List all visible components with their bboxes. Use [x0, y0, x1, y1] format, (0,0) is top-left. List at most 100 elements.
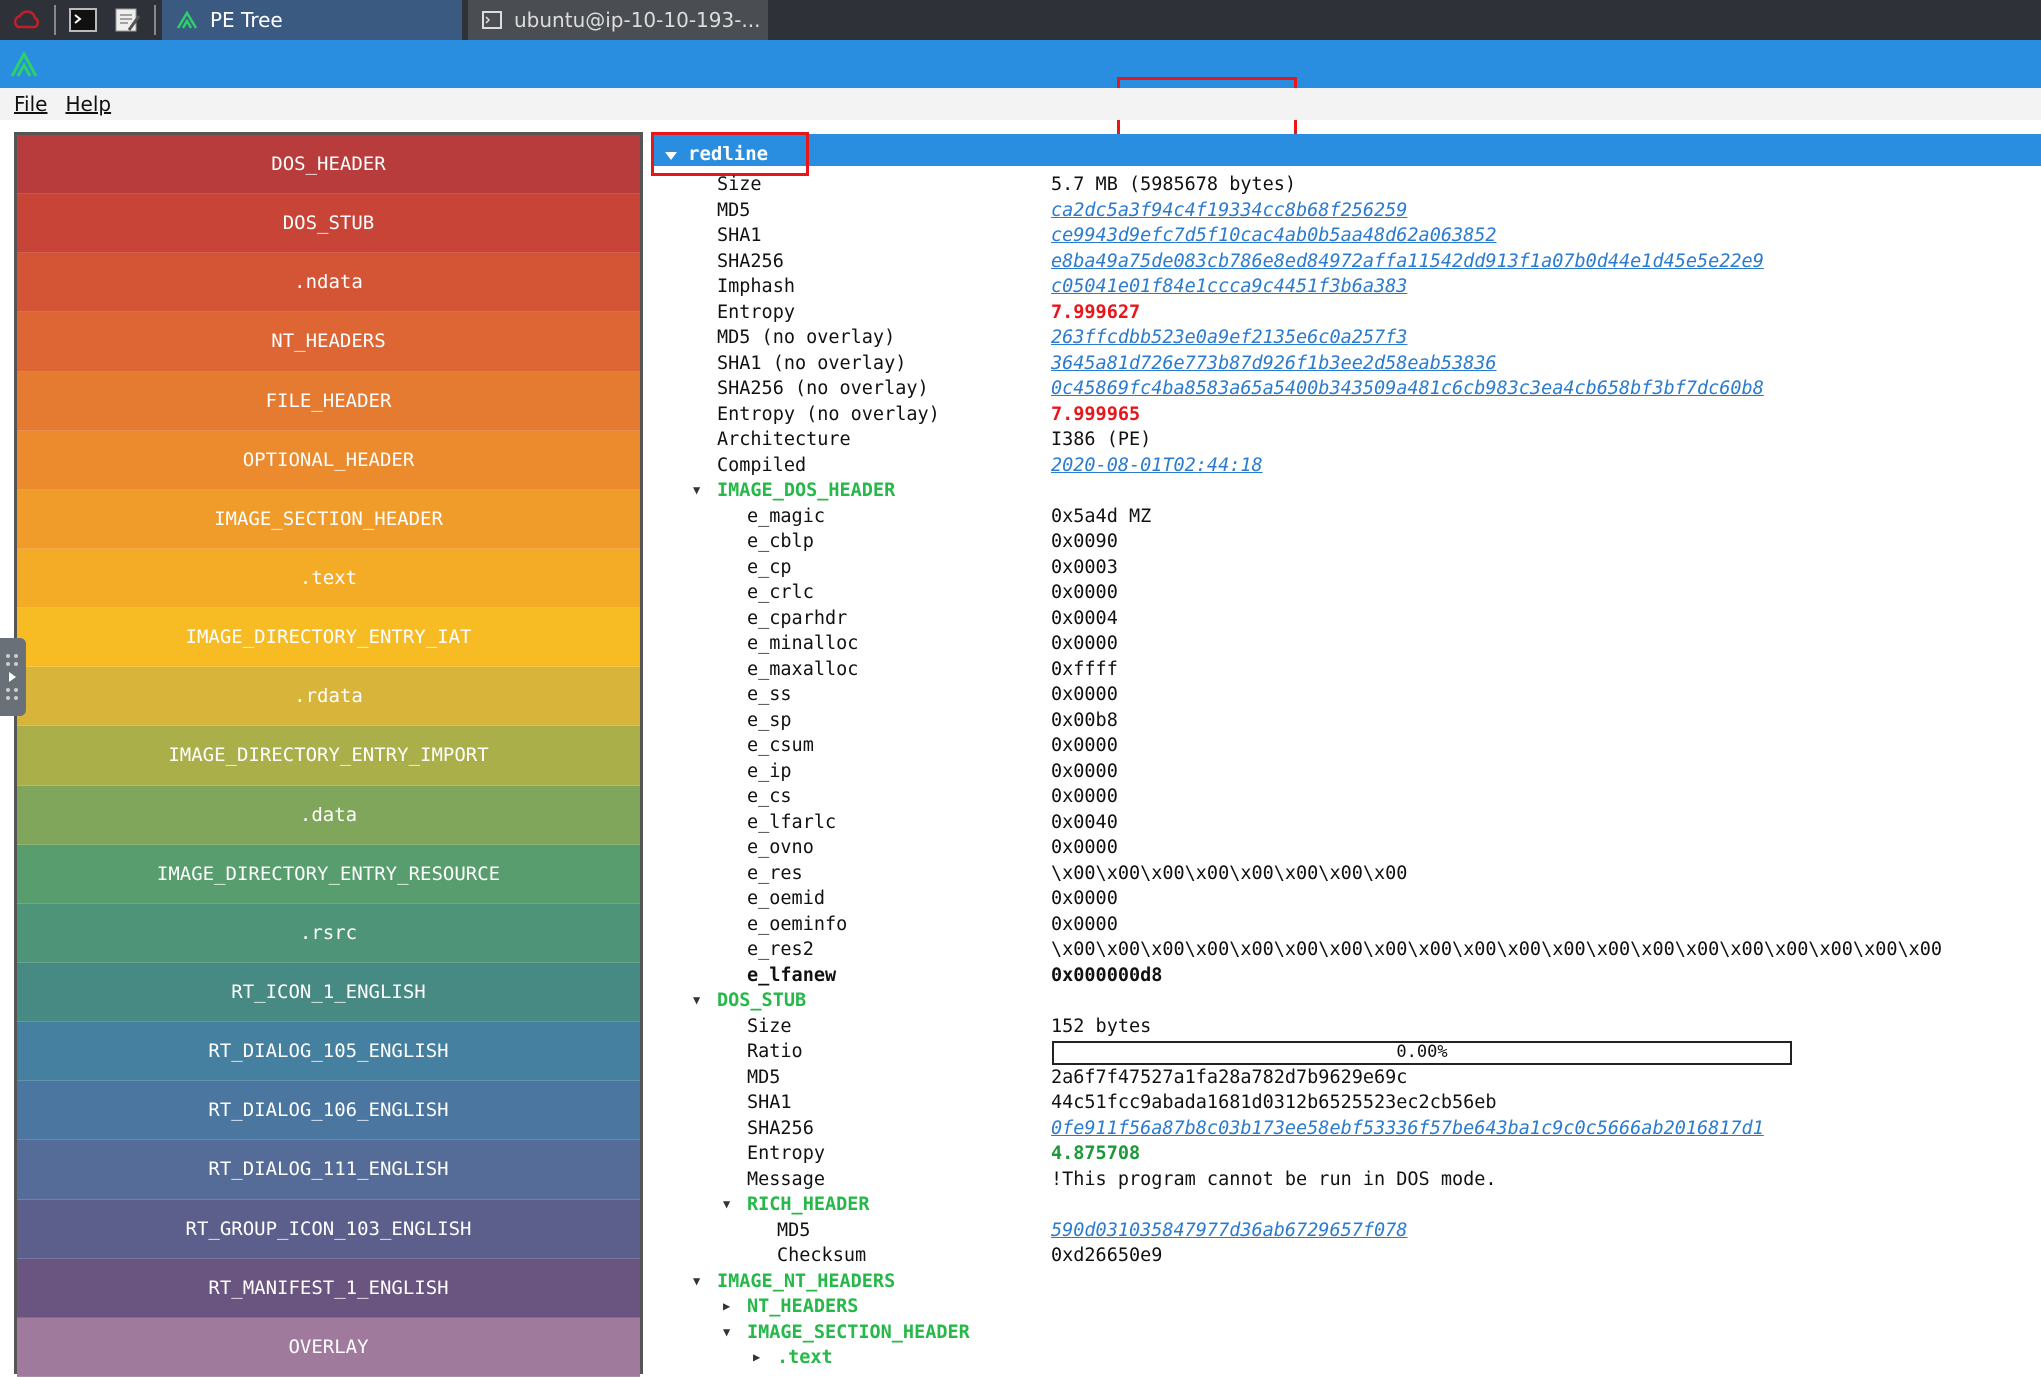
tree-row[interactable]: e_ss 0x0000 — [651, 682, 2041, 708]
tree-row[interactable]: e_maxalloc 0xffff — [651, 657, 2041, 683]
tree-row[interactable]: Imphash c05041e01f84e1ccca9c4451f3b6a383 — [651, 274, 2041, 300]
tree-row[interactable]: e_cparhdr 0x0004 — [651, 606, 2041, 632]
tree-row[interactable]: e_res2 \x00\x00\x00\x00\x00\x00\x00\x00\x… — [651, 937, 2041, 963]
tree-node[interactable]: ▼ DOS_STUB — [651, 988, 2041, 1014]
tree-row[interactable]: SHA256 e8ba49a75de083cb786e8ed84972affa11… — [651, 249, 2041, 275]
section-band[interactable]: DOS_STUB — [17, 194, 640, 254]
tree-key: SHA1 — [747, 1092, 792, 1113]
menu-help[interactable]: Help — [65, 92, 111, 116]
tree-row[interactable]: e_lfanew 0x000000d8 — [651, 963, 2041, 989]
section-band[interactable]: RT_GROUP_ICON_103_ENGLISH — [17, 1199, 640, 1259]
tree-row[interactable]: SHA256 0fe911f56a87b8c03b173ee58ebf53336f… — [651, 1116, 2041, 1142]
tree-row[interactable]: Checksum 0xd26650e9 — [651, 1243, 2041, 1269]
section-band[interactable]: RT_DIALOG_105_ENGLISH — [17, 1022, 640, 1082]
task-terminal[interactable]: ubuntu@ip-10-10-193-... — [468, 0, 768, 40]
section-band[interactable]: RT_MANIFEST_1_ENGLISH — [17, 1258, 640, 1318]
section-band[interactable]: .rsrc — [17, 903, 640, 963]
tree-root-row[interactable] — [651, 134, 2041, 166]
section-band[interactable]: FILE_HEADER — [17, 371, 640, 431]
collapse-arrow-icon[interactable]: ▼ — [693, 478, 700, 504]
tree-row[interactable]: Size 152 bytes — [651, 1014, 2041, 1040]
tree-row[interactable]: SHA1 (no overlay) 3645a81d726e773b87d926f… — [651, 351, 2041, 377]
tree-row[interactable]: e_ip 0x0000 — [651, 759, 2041, 785]
tree-row[interactable]: SHA1 ce9943d9efc7d5f10cac4ab0b5aa48d62a06… — [651, 223, 2041, 249]
tree-node[interactable]: ▼ IMAGE_DOS_HEADER — [651, 478, 2041, 504]
tree-value-link[interactable]: 0fe911f56a87b8c03b173ee58ebf53336f57be64… — [1051, 1116, 1764, 1142]
tree-node[interactable]: ▼ IMAGE_SECTION_HEADER — [651, 1320, 2041, 1346]
tree-row[interactable]: Entropy 7.999627 — [651, 300, 2041, 326]
tree-row[interactable]: Entropy 4.875708 — [651, 1141, 2041, 1167]
tree-row[interactable]: e_magic 0x5a4d MZ — [651, 504, 2041, 530]
expand-arrow-icon[interactable]: ▶ — [753, 1345, 760, 1371]
tree-value-link[interactable]: 0c45869fc4ba8583a65a5400b343509a481c6cb9… — [1051, 376, 1764, 402]
section-band[interactable]: .ndata — [17, 253, 640, 313]
tree-node[interactable]: ▼ IMAGE_NT_HEADERS — [651, 1269, 2041, 1295]
splitter-handle[interactable] — [0, 638, 26, 716]
tree-row[interactable]: MD5 590d031035847977d36ab6729657f078 — [651, 1218, 2041, 1244]
tree-row[interactable]: e_res \x00\x00\x00\x00\x00\x00\x00\x00 — [651, 861, 2041, 887]
terminal-icon[interactable] — [66, 3, 100, 37]
tree-row[interactable]: Compiled 2020-08-01T02:44:18 — [651, 453, 2041, 479]
tree-row[interactable]: Ratio 0.00% — [651, 1039, 2041, 1065]
section-band[interactable]: .rdata — [17, 667, 640, 727]
tree-row[interactable]: MD5 ca2dc5a3f94c4f19334cc8b68f256259 — [651, 198, 2041, 224]
tree-row[interactable]: e_lfarlc 0x0040 — [651, 810, 2041, 836]
tree-row[interactable]: e_sp 0x00b8 — [651, 708, 2041, 734]
tree-row[interactable]: Architecture I386 (PE) — [651, 427, 2041, 453]
section-band[interactable]: RT_DIALOG_106_ENGLISH — [17, 1081, 640, 1141]
section-band[interactable]: NT_HEADERS — [17, 312, 640, 372]
tree-value-link[interactable]: ce9943d9efc7d5f10cac4ab0b5aa48d62a063852 — [1051, 223, 1497, 249]
tree-value-link[interactable]: e8ba49a75de083cb786e8ed84972affa11542dd9… — [1051, 249, 1764, 275]
tree-row[interactable]: e_crlc 0x0000 — [651, 580, 2041, 606]
expand-arrow-icon[interactable]: ▶ — [723, 1294, 730, 1320]
collapse-arrow-icon[interactable]: ▼ — [723, 1192, 730, 1218]
tree-key: Entropy (no overlay) — [717, 403, 940, 425]
tree-row[interactable]: SHA256 (no overlay) 0c45869fc4ba8583a65a5… — [651, 376, 2041, 402]
tree-value-link[interactable]: 263ffcdbb523e0a9ef2135e6c0a257f3 — [1051, 325, 1407, 351]
cloud-icon[interactable] — [10, 3, 44, 37]
section-band[interactable]: IMAGE_DIRECTORY_ENTRY_RESOURCE — [17, 844, 640, 904]
section-band[interactable]: OPTIONAL_HEADER — [17, 430, 640, 490]
section-band[interactable]: RT_DIALOG_111_ENGLISH — [17, 1140, 640, 1200]
tree-row[interactable]: MD5 2a6f7f47527a1fa28a782d7b9629e69c — [651, 1065, 2041, 1091]
tree-root[interactable]: redline — [651, 132, 809, 176]
text-editor-icon[interactable] — [110, 3, 144, 37]
section-band[interactable]: .text — [17, 548, 640, 609]
section-band[interactable]: RT_ICON_1_ENGLISH — [17, 962, 640, 1023]
tree-row[interactable]: Size 5.7 MB (5985678 bytes) — [651, 172, 2041, 198]
section-band[interactable]: IMAGE_DIRECTORY_ENTRY_IAT — [17, 608, 640, 668]
menu-file[interactable]: File — [14, 92, 47, 116]
tree-row[interactable]: e_cp 0x0003 — [651, 555, 2041, 581]
section-band[interactable]: DOS_HEADER — [17, 135, 640, 195]
tree-row[interactable]: e_csum 0x0000 — [651, 733, 2041, 759]
section-band[interactable]: OVERLAY — [17, 1317, 640, 1377]
tree-value-link[interactable]: c05041e01f84e1ccca9c4451f3b6a383 — [1051, 274, 1407, 300]
tree-node[interactable]: ▶ .text — [651, 1345, 2041, 1371]
collapse-arrow-icon[interactable] — [664, 151, 678, 161]
tree-view[interactable]: redline Size 5.7 MB (5985678 bytes) MD5 ca2… — [651, 132, 2041, 1374]
tree-row[interactable]: SHA1 44c51fcc9abada1681d0312b6525523ec2cb… — [651, 1090, 2041, 1116]
tree-value-link[interactable]: 3645a81d726e773b87d926f1b3ee2d58eab53836 — [1051, 351, 1497, 377]
window-titlebar[interactable]: PE Tree — [0, 40, 2041, 139]
tree-row[interactable]: e_cs 0x0000 — [651, 784, 2041, 810]
tree-value-link[interactable]: 590d031035847977d36ab6729657f078 — [1051, 1218, 1407, 1244]
section-band[interactable]: .data — [17, 785, 640, 845]
tree-row[interactable]: e_minalloc 0x0000 — [651, 631, 2041, 657]
tree-row[interactable]: MD5 (no overlay) 263ffcdbb523e0a9ef2135e6… — [651, 325, 2041, 351]
tree-row[interactable]: Message !This program cannot be run in DO… — [651, 1167, 2041, 1193]
tree-row[interactable]: Entropy (no overlay) 7.999965 — [651, 402, 2041, 428]
collapse-arrow-icon[interactable]: ▼ — [723, 1320, 730, 1346]
collapse-arrow-icon[interactable]: ▼ — [693, 988, 700, 1014]
section-band[interactable]: IMAGE_SECTION_HEADER — [17, 489, 640, 549]
tree-row[interactable]: e_oemid 0x0000 — [651, 886, 2041, 912]
tree-value-link[interactable]: ca2dc5a3f94c4f19334cc8b68f256259 — [1051, 198, 1407, 224]
tree-node[interactable]: ▼ RICH_HEADER — [651, 1192, 2041, 1218]
tree-row[interactable]: e_oeminfo 0x0000 — [651, 912, 2041, 938]
tree-row[interactable]: e_cblp 0x0090 — [651, 529, 2041, 555]
task-pe-tree[interactable]: PE Tree — [162, 0, 462, 40]
collapse-arrow-icon[interactable]: ▼ — [693, 1269, 700, 1295]
tree-node[interactable]: ▶ NT_HEADERS — [651, 1294, 2041, 1320]
section-band[interactable]: IMAGE_DIRECTORY_ENTRY_IMPORT — [17, 726, 640, 786]
tree-row[interactable]: e_ovno 0x0000 — [651, 835, 2041, 861]
tree-value-link[interactable]: 2020-08-01T02:44:18 — [1051, 453, 1263, 479]
